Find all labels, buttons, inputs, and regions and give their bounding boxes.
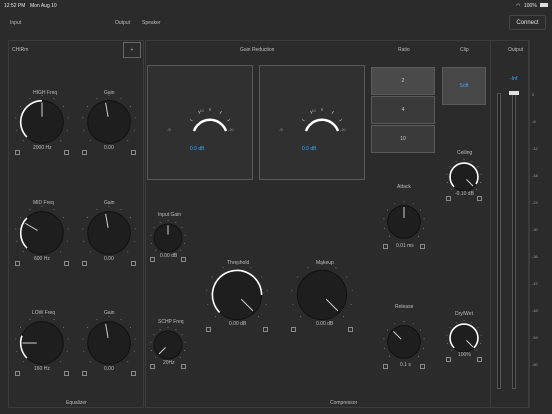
high-freq-value: 2000 Hz [33,145,52,151]
attack-label: Attack [397,184,411,190]
attack-value: 0.01 ms [396,243,414,249]
high-freq-label: HIGH Freq [33,90,58,96]
ceiling-label: Ceiling [457,150,473,156]
dry-wet-value: 100% [458,352,471,358]
low-gain-label: Gain [104,310,115,316]
dry-wet-label: Dry/Wet [455,311,473,317]
mid-gain-label: Gain [104,200,115,206]
threshold-value: 0.00 dB [229,321,247,327]
high-gain-label: Gain [104,90,115,96]
makeup-label: Makeup [316,260,334,266]
release-label: Release [395,304,414,310]
threshold-label: Threshold [227,260,250,266]
release-value: 0.1 s [400,362,411,368]
input-gain-label: Input Gain [158,212,182,218]
input-gain-value: 0.00 dB [160,253,178,259]
mid-freq-value: 600 Hz [34,256,50,262]
low-gain-value: 0.00 [104,366,114,372]
mid-gain-value: 0.00 [104,256,114,262]
schp-freq-label: SCHP Freq [158,319,184,325]
makeup-value: 0.00 dB [316,321,334,327]
schp-freq-value: 20Hz [163,360,175,366]
mid-freq-label: MID Freq [33,200,54,206]
high-gain-value: 0.00 [104,145,114,151]
low-freq-value: 160 Hz [34,366,50,372]
low-freq-label: LOW Freq [32,310,56,316]
ceiling-value: -0.10 dB [455,191,474,197]
